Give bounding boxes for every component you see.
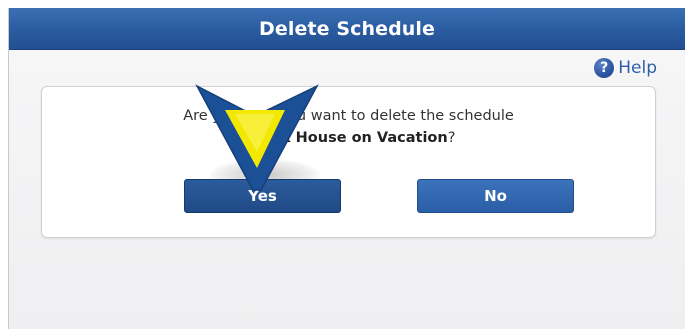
help-label[interactable]: Help	[618, 58, 657, 78]
dialog-title: Delete Schedule	[258, 17, 436, 40]
confirmation-message: Are you sure you want to delete the sche…	[42, 105, 655, 149]
no-button-label: No	[484, 187, 507, 205]
message-prefix: Are you sure you want to delete the sche…	[183, 108, 514, 124]
dialog-titlebar: Delete Schedule	[9, 8, 685, 50]
question-circle-icon[interactable]: ?	[594, 58, 615, 78]
help-link[interactable]: ? Help	[594, 58, 657, 78]
message-line-2: Check House on Vacation?	[42, 127, 655, 149]
yes-button-label: Yes	[248, 187, 277, 205]
message-suffix: ?	[447, 130, 456, 146]
no-button[interactable]: No	[417, 179, 574, 213]
schedule-name: Check House on Vacation	[241, 130, 448, 146]
delete-schedule-dialog: Delete Schedule ? Help Are you sure you …	[8, 8, 685, 329]
message-line-1: Are you sure you want to delete the sche…	[42, 105, 655, 127]
yes-button[interactable]: Yes	[184, 179, 341, 213]
confirmation-panel: Are you sure you want to delete the sche…	[41, 86, 656, 238]
